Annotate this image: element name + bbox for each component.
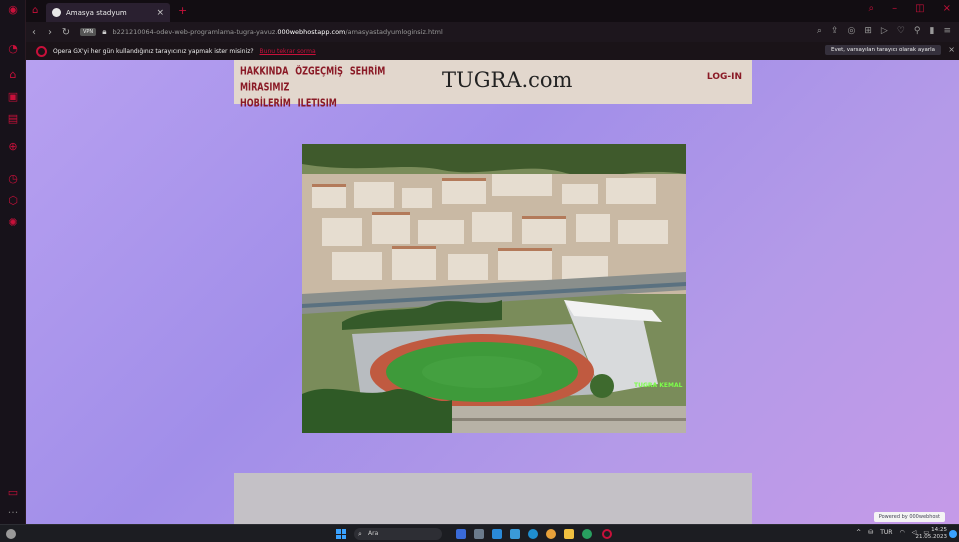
minimize-icon[interactable]: – — [892, 3, 897, 14]
tab-title: Amasya stadyum — [66, 8, 127, 17]
nav-mirasimiz[interactable]: MİRASIMIZ — [240, 82, 289, 94]
search-tabs-icon[interactable]: ⌕ — [869, 3, 875, 14]
image-watermark: TUGRA KEMAL — [634, 382, 683, 389]
zoom-icon[interactable]: ⌕ — [817, 26, 822, 36]
extensions-icon[interactable]: ⊞ — [864, 26, 872, 36]
default-browser-infobar: Opera GX'yi her gün kullandığınız tarayı… — [26, 42, 959, 60]
address-bar-tools: ⌕ ⇪ ◎ ⊞ ▷ ♡ ⚲ ▮ ≡ — [817, 26, 951, 36]
tab-bar: ⌂ Amasya stadyum × + ⌕ – ◫ × — [26, 0, 959, 22]
infobar-close-icon[interactable]: × — [948, 45, 955, 54]
search-placeholder: Ara — [368, 530, 379, 537]
browser-sidebar: ◉ ◔ ⌂ ▣ ▤ ⊕ ◷ ⬡ ✺ ▭ ··· — [0, 0, 26, 524]
search-icon: ⌕ — [358, 530, 362, 538]
nav-ozgecmis[interactable]: ÖZGEÇMİŞ — [295, 66, 343, 78]
opera-gx-taskbar-icon[interactable] — [602, 529, 612, 539]
page-viewport: HAKKINDA ÖZGEÇMİŞ SEHRİM MİRASIMIZ HOBİL… — [26, 60, 959, 524]
forward-icon[interactable]: › — [42, 27, 58, 38]
gx-corner-icon[interactable]: ⌂ — [6, 68, 20, 82]
gx-control-icon[interactable]: ◔ — [6, 42, 20, 56]
tray-chevron-icon[interactable]: ^ — [856, 529, 861, 536]
menu-icon[interactable]: ≡ — [943, 26, 951, 36]
clock-date: 21.05.2023 — [915, 534, 948, 540]
clock-icon[interactable]: ◷ — [6, 172, 20, 186]
language-indicator[interactable]: TUR — [880, 529, 892, 536]
tab-close-icon[interactable]: × — [156, 8, 164, 18]
edge-icon[interactable] — [528, 529, 538, 539]
start-button[interactable] — [336, 529, 346, 539]
taskbar-app-icon[interactable] — [492, 529, 502, 539]
tab-favicon-icon — [52, 8, 61, 17]
tab-amasya[interactable]: Amasya stadyum × — [46, 3, 170, 22]
site-nav: HAKKINDA ÖZGEÇMİŞ SEHRİM MİRASIMIZ HOBİL… — [240, 64, 430, 112]
discord-icon[interactable]: ▤ — [6, 112, 20, 126]
nav-hakkinda[interactable]: HAKKINDA — [240, 66, 288, 78]
chrome-icon[interactable] — [546, 529, 556, 539]
stadium-photo: TUGRA KEMAL — [302, 144, 686, 433]
tray-app-icon[interactable]: ⛁ — [868, 529, 873, 536]
taskbar-search[interactable]: ⌕ Ara — [354, 528, 442, 540]
profile-icon[interactable]: ⚲ — [914, 26, 921, 36]
taskbar-app-icon[interactable] — [582, 529, 592, 539]
file-explorer-icon[interactable] — [564, 529, 574, 539]
address-bar: ‹ › ↻ VPN 🔒︎ b221210064-odev-web-program… — [26, 22, 959, 42]
url-field[interactable]: b221210064-odev-web-programlama-tugra-ya… — [112, 28, 442, 36]
twitch-icon[interactable]: ▣ — [6, 90, 20, 104]
taskbar-app-icon[interactable] — [456, 529, 466, 539]
opera-gx-logo-icon[interactable]: ◉ — [6, 3, 20, 17]
settings-icon[interactable]: ✺ — [6, 216, 20, 230]
infobar-set-default-button[interactable]: Evet, varsayılan tarayıcı olarak ayarla — [824, 45, 941, 55]
nav-sehrim[interactable]: SEHRİM — [350, 66, 385, 78]
nav-iletisim[interactable]: ILETISIM — [298, 99, 337, 111]
powered-by-badge[interactable]: Powered by 000webhost — [873, 512, 945, 522]
box-icon[interactable]: ⬡ — [6, 194, 20, 208]
windows-taskbar: ⌕ Ara ^ ⛁ TUR ◠ ◁ ▭ 14:25 21.05.2023 — [0, 524, 959, 542]
more-icon[interactable]: ··· — [6, 506, 20, 520]
snap-icon[interactable]: ◫ — [915, 3, 924, 14]
player-icon[interactable]: ▷ — [881, 26, 888, 36]
pinned-tab-icon[interactable]: ⌂ — [32, 5, 38, 16]
wifi-icon[interactable]: ◠ — [899, 529, 904, 536]
login-link[interactable]: LOG-IN — [707, 72, 742, 82]
vpn-badge[interactable]: VPN — [80, 28, 97, 36]
infobar-message: Opera GX'yi her gün kullandığınız tarayı… — [53, 47, 254, 55]
site-title: TUGRA.com — [442, 68, 573, 92]
bookmark-heart-icon[interactable]: ♡ — [897, 26, 905, 36]
battery-icon[interactable]: ▮ — [930, 26, 935, 36]
notification-icon[interactable] — [949, 530, 957, 538]
close-window-icon[interactable]: × — [943, 3, 951, 14]
camera-icon[interactable]: ◎ — [848, 26, 856, 36]
taskbar-clock[interactable]: 14:25 21.05.2023 — [916, 527, 948, 541]
share-icon[interactable]: ⇪ — [831, 26, 839, 36]
sidebar-bottom-icon[interactable]: ▭ — [6, 486, 20, 500]
weather-icon[interactable] — [6, 529, 16, 539]
nav-hobilerim[interactable]: HOBİLERİM — [240, 99, 291, 111]
lock-icon[interactable]: 🔒︎ — [102, 27, 106, 37]
history-icon[interactable]: ⊕ — [6, 140, 20, 154]
infobar-dont-ask-link[interactable]: Bunu tekrar sorma — [260, 48, 316, 55]
reload-icon[interactable]: ↻ — [58, 27, 74, 38]
page-footer-box — [234, 473, 752, 524]
taskbar-app-icon[interactable] — [474, 529, 484, 539]
back-icon[interactable]: ‹ — [26, 27, 42, 38]
site-header: HAKKINDA ÖZGEÇMİŞ SEHRİM MİRASIMIZ HOBİL… — [234, 60, 752, 110]
clock-time: 14:25 — [931, 527, 947, 533]
taskbar-app-icon[interactable] — [510, 529, 520, 539]
opera-logo-icon — [36, 45, 47, 57]
new-tab-icon[interactable]: + — [178, 4, 187, 17]
window-controls: ⌕ – ◫ × — [869, 3, 951, 14]
